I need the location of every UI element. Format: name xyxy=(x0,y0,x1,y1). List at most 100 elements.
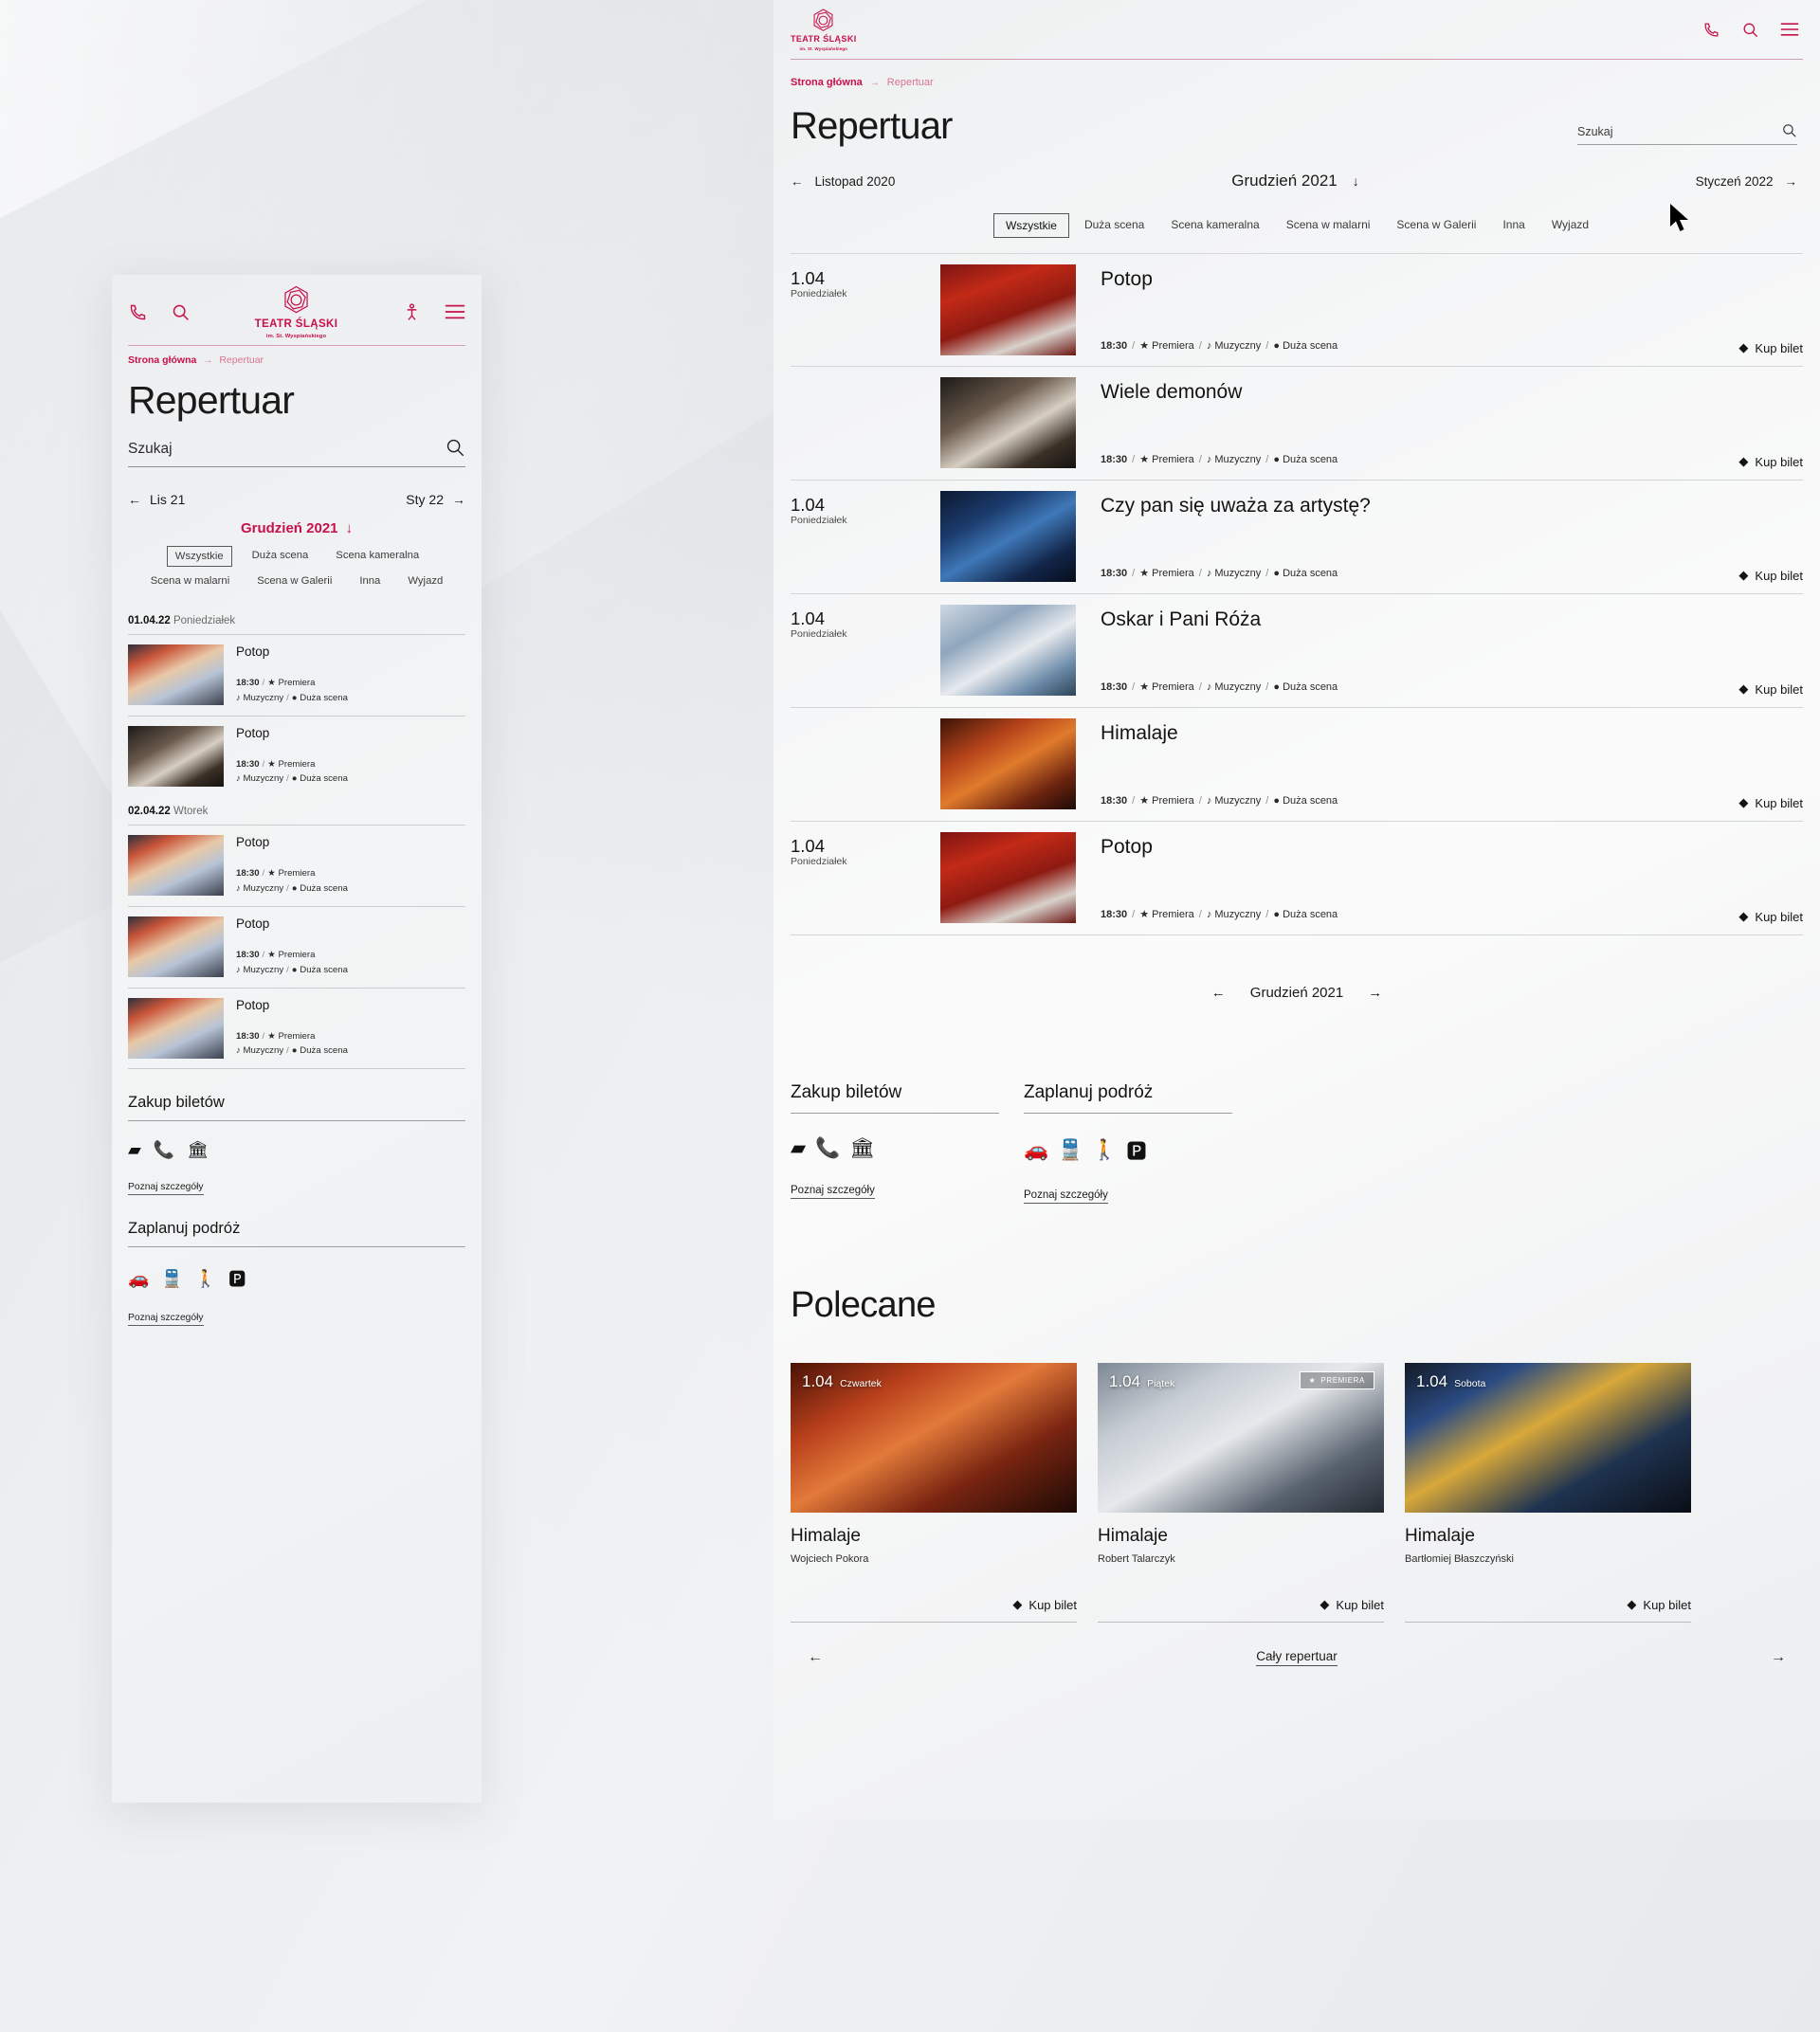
event-title[interactable]: Himalaje xyxy=(1101,718,1680,745)
hamburger-icon[interactable] xyxy=(445,303,465,320)
walk-icon[interactable]: 🚶 xyxy=(195,1266,216,1291)
event-row[interactable]: Potop 18:30/★ Premiera ♪ Muzyczny / ● Duża… xyxy=(128,987,465,1069)
train-icon[interactable]: 🚆 xyxy=(161,1266,182,1291)
event-row[interactable]: 1.04 Poniedziałek Potop 18:30/★ Premiera… xyxy=(791,822,1803,935)
buy-ticket-button[interactable]: ◆ Kup bilet xyxy=(1738,340,1803,355)
pager-next-icon[interactable]: → xyxy=(1368,985,1382,1001)
filter-tab-scena-kameralna[interactable]: Scena kameralna xyxy=(328,546,427,567)
parking-icon[interactable]: 🅿 xyxy=(228,1266,246,1291)
card-image[interactable]: 1.04 Czwartek xyxy=(791,1363,1077,1513)
card-title[interactable]: Himalaje xyxy=(791,1513,1077,1553)
phone-icon[interactable] xyxy=(128,302,148,322)
car-icon[interactable]: 🚗 xyxy=(1024,1136,1048,1165)
buy-ticket-button[interactable]: ◆ Kup bilet xyxy=(1627,1597,1691,1612)
card-title[interactable]: Himalaje xyxy=(1098,1513,1384,1553)
hamburger-icon[interactable] xyxy=(1780,22,1799,37)
filter-tab-scena-w-malarni[interactable]: Scena w malarni xyxy=(143,572,238,590)
details-link[interactable]: Poznaj szczegóły xyxy=(791,1185,875,1199)
event-thumbnail[interactable] xyxy=(940,264,1076,355)
search-input[interactable]: Szukaj xyxy=(1577,122,1797,145)
search-icon[interactable] xyxy=(1781,122,1797,138)
filter-tab-scena-w-galerii[interactable]: Scena w Galerii xyxy=(249,572,339,590)
laptop-icon[interactable]: ▰ xyxy=(791,1136,806,1160)
car-icon[interactable]: 🚗 xyxy=(128,1266,149,1291)
event-thumbnail[interactable] xyxy=(940,491,1076,582)
event-thumbnail[interactable] xyxy=(128,997,224,1059)
filter-tab-wyjazd[interactable]: Wyjazd xyxy=(400,572,450,590)
current-month-selector[interactable]: Grudzień 2021 ↓ xyxy=(128,507,465,546)
person-icon[interactable] xyxy=(402,302,422,322)
filter-tab-inna[interactable]: Inna xyxy=(352,572,388,590)
search-icon[interactable] xyxy=(445,437,465,458)
event-title[interactable]: Potop xyxy=(236,998,465,1012)
event-row[interactable]: Himalaje 18:30/★ Premiera / ♪ Muzyczny / ● D… xyxy=(791,708,1803,822)
phone-handset-icon[interactable]: 📞 xyxy=(815,1136,840,1160)
filter-tab-duża-scena[interactable]: Duża scena xyxy=(245,546,317,567)
filter-tab-wszystkie[interactable]: Wszystkie xyxy=(166,546,232,567)
event-row[interactable]: 1.04 Poniedziałek Czy pan się uważa za a… xyxy=(791,481,1803,594)
event-title[interactable]: Czy pan się uważa za artystę? xyxy=(1101,491,1680,517)
event-thumbnail[interactable] xyxy=(940,377,1076,468)
prev-month-button[interactable]: ← Listopad 2020 xyxy=(791,174,895,189)
event-thumbnail[interactable] xyxy=(940,832,1076,923)
event-title[interactable]: Wiele demonów xyxy=(1101,377,1680,404)
filter-tab-duża-scena[interactable]: Duża scena xyxy=(1073,213,1156,238)
details-link[interactable]: Poznaj szczegóły xyxy=(128,1182,204,1196)
laptop-icon[interactable]: ▰ xyxy=(128,1140,141,1160)
bank-icon[interactable]: 🏛 xyxy=(187,1140,209,1160)
filter-tab-wyjazd[interactable]: Wyjazd xyxy=(1540,213,1600,238)
breadcrumb-home[interactable]: Strona główna xyxy=(128,354,196,366)
event-row[interactable]: 1.04 Poniedziałek Oskar i Pani Róża 18:3… xyxy=(791,594,1803,708)
event-row[interactable]: Wiele demonów 18:30/★ Premiera / ♪ Muzyczn… xyxy=(791,367,1803,481)
brand-logo[interactable]: TEATR ŚLĄSKI im. St. Wyspiańskiego xyxy=(791,8,857,51)
phone-handset-icon[interactable]: 📞 xyxy=(154,1140,174,1160)
next-month-button[interactable]: Sty 22 → xyxy=(406,492,465,507)
next-month-button[interactable]: Styczeń 2022 → xyxy=(1696,174,1797,189)
search-input[interactable]: Szukaj xyxy=(128,437,465,467)
buy-ticket-button[interactable]: ◆ Kup bilet xyxy=(1738,681,1803,697)
carousel-next-icon[interactable]: → xyxy=(1771,1649,1786,1666)
event-title[interactable]: Oskar i Pani Róża xyxy=(1101,605,1680,631)
filter-tab-scena-kameralna[interactable]: Scena kameralna xyxy=(1159,213,1270,238)
filter-tab-scena-w-galerii[interactable]: Scena w Galerii xyxy=(1385,213,1487,238)
event-thumbnail[interactable] xyxy=(128,644,224,705)
event-row[interactable]: Potop 18:30/★ Premiera ♪ Muzyczny / ● Duża… xyxy=(128,905,465,988)
recommended-card[interactable]: 1.04 Sobota Himalaje Bartłomiej Błaszczy… xyxy=(1405,1363,1691,1623)
bank-icon[interactable]: 🏛 xyxy=(849,1136,875,1160)
event-title[interactable]: Potop xyxy=(236,835,465,849)
event-title[interactable]: Potop xyxy=(1101,264,1680,291)
event-title[interactable]: Potop xyxy=(236,916,465,931)
details-link[interactable]: Poznaj szczegóły xyxy=(1024,1189,1108,1204)
recommended-card[interactable]: 1.04 Czwartek Himalaje Wojciech Pokora ◆… xyxy=(791,1363,1077,1623)
event-row[interactable]: Potop 18:30/★ Premiera ♪ Muzyczny / ● Duża… xyxy=(128,715,465,797)
event-thumbnail[interactable] xyxy=(940,605,1076,696)
buy-ticket-button[interactable]: ◆ Kup bilet xyxy=(1738,454,1803,469)
carousel-prev-icon[interactable]: ← xyxy=(808,1649,823,1666)
buy-ticket-button[interactable]: ◆ Kup bilet xyxy=(1738,795,1803,810)
train-icon[interactable]: 🚆 xyxy=(1058,1136,1083,1165)
brand-logo[interactable]: TEATR ŚLĄSKI im. St. Wyspiańskiego xyxy=(255,284,338,339)
all-repertoire-link[interactable]: Cały repertuar xyxy=(1256,1649,1338,1666)
event-row[interactable]: Potop 18:30/★ Premiera ♪ Muzyczny / ● Duża… xyxy=(128,634,465,716)
event-title[interactable]: Potop xyxy=(236,726,465,740)
event-thumbnail[interactable] xyxy=(128,725,224,787)
event-thumbnail[interactable] xyxy=(940,718,1076,809)
event-thumbnail[interactable] xyxy=(128,835,224,897)
buy-ticket-button[interactable]: ◆ Kup bilet xyxy=(1738,568,1803,583)
current-month-selector[interactable]: Grudzień 2021 ↓ xyxy=(1231,172,1359,190)
breadcrumb-home[interactable]: Strona główna xyxy=(791,77,863,88)
details-link[interactable]: Poznaj szczegóły xyxy=(128,1313,204,1327)
buy-ticket-button[interactable]: ◆ Kup bilet xyxy=(1320,1597,1384,1612)
search-icon[interactable] xyxy=(1741,21,1759,39)
pager-prev-icon[interactable]: ← xyxy=(1211,985,1226,1001)
filter-tab-scena-w-malarni[interactable]: Scena w malarni xyxy=(1275,213,1382,238)
card-image[interactable]: 1.04 Sobota xyxy=(1405,1363,1691,1513)
prev-month-button[interactable]: ← Lis 21 xyxy=(128,492,185,507)
search-icon[interactable] xyxy=(171,302,191,322)
event-title[interactable]: Potop xyxy=(1101,832,1680,859)
filter-tab-inna[interactable]: Inna xyxy=(1491,213,1536,238)
event-title[interactable]: Potop xyxy=(236,644,465,659)
card-image[interactable]: 1.04 Piątek ★ PREMIERA xyxy=(1098,1363,1384,1513)
walk-icon[interactable]: 🚶 xyxy=(1092,1136,1117,1165)
filter-tab-wszystkie[interactable]: Wszystkie xyxy=(992,213,1069,238)
